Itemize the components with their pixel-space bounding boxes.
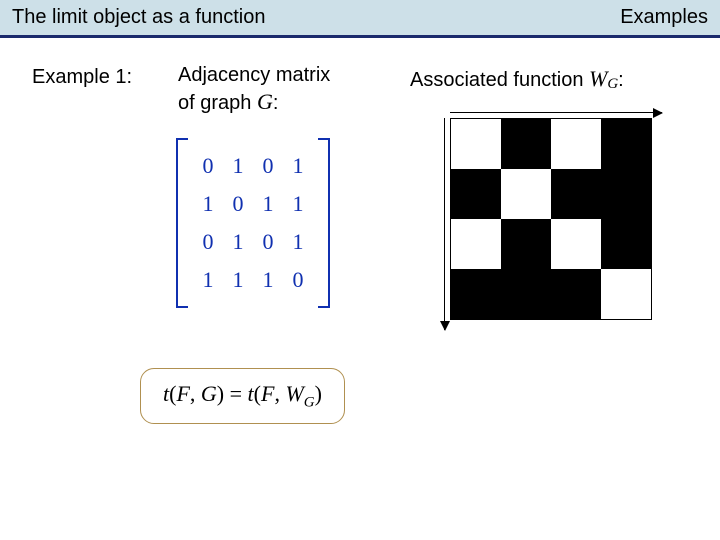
adjacency-heading: Adjacency matrix of graph G: bbox=[178, 62, 330, 117]
graphon-cell bbox=[501, 269, 551, 319]
slide-content: Example 1: Adjacency matrix of graph G: … bbox=[0, 38, 720, 66]
matrix-bracket-left bbox=[176, 138, 188, 308]
graphon-cell bbox=[501, 169, 551, 219]
matrix-cell: 1 bbox=[230, 266, 246, 294]
graphon-cell bbox=[451, 269, 501, 319]
eq-W-sub: G bbox=[304, 394, 315, 410]
adjacency-heading-line2-prefix: of graph bbox=[178, 92, 257, 114]
slide-title: The limit object as a function bbox=[12, 6, 265, 29]
matrix-cell: 1 bbox=[290, 228, 306, 256]
matrix-cell: 1 bbox=[200, 190, 216, 218]
associated-function-colon: : bbox=[618, 69, 624, 91]
matrix-cell: 0 bbox=[230, 190, 246, 218]
matrix-bracket-right bbox=[318, 138, 330, 308]
slide-section: Examples bbox=[620, 6, 708, 29]
eq-equals: = bbox=[224, 381, 247, 406]
eq-comma-2: , bbox=[274, 381, 285, 406]
graphon-cell bbox=[451, 219, 501, 269]
eq-close-2: ) bbox=[315, 381, 322, 406]
matrix-cell: 1 bbox=[230, 228, 246, 256]
graphon-cell bbox=[551, 269, 601, 319]
associated-function-prefix: Associated function bbox=[410, 69, 589, 91]
graphon-cell bbox=[501, 219, 551, 269]
adjacency-matrix: 0 1 0 1 1 0 1 1 0 1 0 1 1 bbox=[178, 138, 328, 308]
graphon-cell bbox=[501, 119, 551, 169]
eq-comma-1: , bbox=[190, 381, 201, 406]
graphon-grid bbox=[450, 118, 652, 320]
matrix-cell: 0 bbox=[200, 228, 216, 256]
adjacency-heading-line1: Adjacency matrix bbox=[178, 64, 330, 86]
graphon-cell bbox=[551, 219, 601, 269]
matrix-cell: 1 bbox=[260, 266, 276, 294]
eq-F-2: F bbox=[261, 381, 274, 406]
graphon-cell bbox=[551, 119, 601, 169]
associated-function-heading: Associated function WG: bbox=[410, 66, 624, 93]
matrix-cell: 0 bbox=[290, 266, 306, 294]
graphon-cell bbox=[451, 169, 501, 219]
example-label: Example 1: bbox=[32, 66, 132, 89]
adjacency-heading-colon: : bbox=[273, 92, 279, 114]
graphon-cell bbox=[551, 169, 601, 219]
graphon-cell bbox=[601, 219, 651, 269]
matrix-cell: 0 bbox=[200, 152, 216, 180]
matrix-cell: 1 bbox=[290, 152, 306, 180]
title-bar: The limit object as a function Examples bbox=[0, 0, 720, 38]
equation-box: t(F, G) = t(F, WG) bbox=[140, 368, 345, 424]
function-variable: WG bbox=[589, 66, 618, 91]
matrix-cell: 1 bbox=[200, 266, 216, 294]
matrix-cell: 1 bbox=[290, 190, 306, 218]
graphon-cell bbox=[451, 119, 501, 169]
eq-open-2: ( bbox=[254, 381, 261, 406]
eq-G: G bbox=[201, 381, 217, 406]
graphon-cell bbox=[601, 269, 651, 319]
graphon-cell bbox=[601, 169, 651, 219]
function-W: W bbox=[589, 66, 607, 91]
y-axis-arrow-icon bbox=[444, 118, 445, 330]
matrix-cell: 0 bbox=[260, 228, 276, 256]
adjacency-matrix-table: 0 1 0 1 1 0 1 1 0 1 0 1 1 bbox=[186, 142, 320, 304]
function-W-sub: G bbox=[607, 76, 618, 92]
graphon-plot bbox=[450, 118, 670, 320]
matrix-cell: 1 bbox=[230, 152, 246, 180]
eq-W: W bbox=[285, 381, 303, 406]
graph-variable: G bbox=[257, 89, 273, 114]
eq-F-1: F bbox=[176, 381, 189, 406]
matrix-cell: 0 bbox=[260, 152, 276, 180]
graphon-cell bbox=[601, 119, 651, 169]
x-axis-arrow-icon bbox=[450, 112, 662, 113]
matrix-cell: 1 bbox=[260, 190, 276, 218]
